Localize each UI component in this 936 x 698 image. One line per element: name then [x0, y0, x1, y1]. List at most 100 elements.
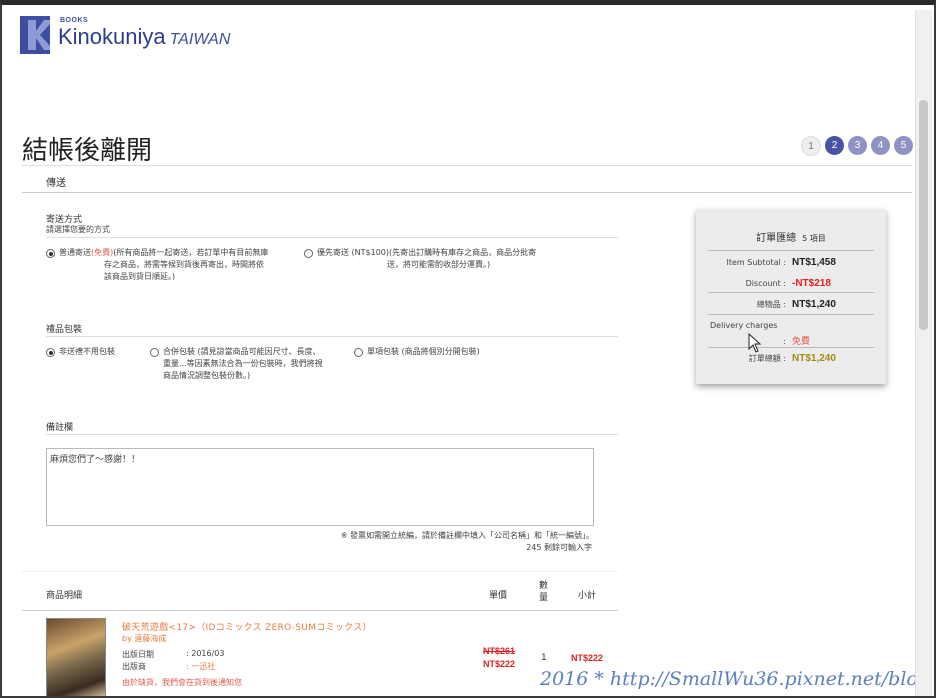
divider	[708, 250, 874, 251]
divider	[22, 610, 618, 611]
step-5[interactable]: 5	[894, 136, 913, 155]
gift-option-combined-desc: 重量...等因素無法合為一份包裝時，我們將視	[163, 359, 323, 368]
divider	[708, 292, 874, 293]
logo-name-text: Kinokuniya	[58, 24, 166, 49]
goods-label: 總物品 :	[756, 300, 786, 309]
column-price: 單價	[489, 591, 508, 601]
item-count: 5 項目	[802, 234, 826, 243]
gift-option-combined-text: 合併包裝 (請見諒當商品可能因尺寸、長度、 重量...等因素無法合為一份包裝時，…	[163, 346, 323, 382]
free-badge: (免費)	[91, 248, 114, 257]
gift-option-none-label: 非送禮不用包裝	[59, 347, 115, 356]
delivery-charges-value: 免費	[792, 336, 811, 346]
column-quantity-line1: 數	[539, 581, 549, 591]
order-summary-panel: 訂單匯總 5 項目 Item Subtotal : NT$1,458 Discoun…	[696, 209, 886, 384]
radio-button[interactable]	[304, 249, 313, 258]
gift-option-combined[interactable]: 合併包裝 (請見諒當商品可能因尺寸、長度、 重量...等因素無法合為一份包裝時，…	[150, 346, 323, 382]
discount-price: NT$222	[483, 659, 516, 669]
total-value: NT$1,240	[792, 353, 836, 364]
vertical-scrollbar[interactable]	[915, 10, 932, 696]
gift-option-combined-label: 合併包裝 (請見諒當商品可能因尺寸、長度、	[163, 347, 321, 356]
logo-books-text: BOOKS	[60, 17, 89, 24]
publisher-label: 出版商	[122, 662, 146, 671]
delivery-charges-label: Delivery charges	[710, 321, 778, 330]
logo-region-text: TAIWAN	[169, 31, 231, 48]
gift-option-combined-desc: 商品情況調整包裝份數。)	[163, 371, 251, 380]
order-summary-title: 訂單匯總 5 項目	[696, 229, 886, 244]
checkout-page: BOOKS Kinokuniya TAIWAN 結帳後離開 1 2 3 4 5 傳…	[8, 10, 920, 696]
shipping-subheading: 請選擇您要的方式	[46, 225, 110, 234]
column-quantity-line2: 量	[539, 593, 549, 603]
product-author[interactable]: by 遠藤海成	[122, 633, 166, 644]
product-cover-image[interactable]	[46, 618, 106, 696]
column-subtotal: 小計	[578, 591, 597, 601]
gift-option-none[interactable]: 非送禮不用包裝	[46, 346, 115, 358]
gift-option-individual[interactable]: 單項包裝 (商品將個別分開包裝)	[354, 346, 480, 358]
shipping-option-normal-desc: 存之商品，將需等候到貨後再寄出，時間將依	[104, 260, 264, 269]
step-1[interactable]: 1	[801, 136, 821, 156]
total-label: 訂單總額 :	[748, 354, 786, 363]
shipping-option-normal-desc: 該商品到貨日順延。)	[104, 272, 176, 281]
shipping-option-priority-desc: (先寄出訂購時有庫存之商品，商品分批寄	[389, 248, 537, 257]
step-4[interactable]: 4	[871, 136, 890, 155]
column-item: 商品明細	[46, 591, 83, 601]
mouse-pointer-icon	[748, 333, 762, 353]
publish-date-label: 出版日期	[122, 650, 154, 659]
line-subtotal: NT$222	[571, 653, 604, 663]
page-title: 結帳後離開	[22, 136, 153, 166]
checkout-steps: 1 2 3 4 5	[801, 136, 913, 156]
divider	[22, 571, 618, 572]
radio-button-selected[interactable]	[46, 249, 55, 258]
order-summary-title-text: 訂單匯總	[756, 233, 797, 244]
divider	[46, 237, 618, 238]
scrollbar-thumb[interactable]	[919, 100, 928, 330]
summary-discount: Discount : -NT$218	[708, 278, 874, 289]
item-subtotal-label: Item Subtotal :	[726, 258, 786, 267]
gift-option-individual-label: 單項包裝 (商品將個別分開包裝)	[367, 347, 480, 356]
goods-value: NT$1,240	[792, 299, 836, 310]
column-quantity: 數量	[539, 580, 548, 604]
delivery-colon: :	[783, 337, 786, 346]
radio-button-selected[interactable]	[46, 348, 55, 357]
summary-delivery: : 免費	[708, 334, 874, 347]
notes-heading: 備註欄	[46, 423, 74, 433]
divider	[22, 192, 912, 193]
blog-watermark: 2016 * http://SmallWu36.pixnet.net/blog	[540, 668, 920, 690]
item-subtotal-value: NT$1,458	[792, 257, 836, 268]
kinokuniya-logo-icon	[20, 16, 50, 54]
divider	[22, 165, 912, 166]
delivery-section-title: 傳送	[46, 178, 66, 189]
shipping-option-normal-desc: (所有商品將一起寄送，若訂單中有目前無庫	[113, 248, 269, 257]
discount-label: Discount :	[745, 279, 786, 288]
shipping-option-priority-label: 優先寄送 (NT$100)	[317, 248, 390, 257]
summary-goods: 總物品 : NT$1,240	[708, 299, 874, 310]
stock-note: 由於缺貨，我們會在貨到後通知您	[122, 678, 242, 687]
divider	[46, 336, 618, 337]
browser-frame: BOOKS Kinokuniya TAIWAN 結帳後離開 1 2 3 4 5 傳…	[0, 0, 936, 698]
shipping-option-priority-desc: 送，將可能需酌收部分運費。)	[387, 260, 491, 269]
remaining-characters: 245 剩餘可輸入字	[526, 543, 592, 552]
invoice-hint: ※ 發票如需開立統編，請於備註欄中填入「公司名稱」和「統一編號」。	[340, 531, 594, 540]
summary-item-subtotal: Item Subtotal : NT$1,458	[708, 257, 874, 268]
publish-date-value: : 2016/03	[186, 649, 225, 658]
logo-wordmark: Kinokuniya TAIWAN	[58, 24, 230, 50]
shipping-option-priority-text: 優先寄送 (NT$100)(先寄出訂購時有庫存之商品，商品分批寄 送，將可能需酌…	[317, 247, 536, 271]
gift-heading: 禮品包裝	[46, 325, 83, 335]
radio-button[interactable]	[354, 348, 363, 357]
summary-total: 訂單總額 : NT$1,240	[708, 353, 874, 364]
publisher-value[interactable]: : 一迅社	[186, 661, 215, 672]
step-2[interactable]: 2	[825, 136, 844, 155]
divider	[708, 314, 874, 315]
step-3[interactable]: 3	[848, 136, 867, 155]
divider	[708, 347, 874, 348]
shipping-option-normal[interactable]: 普通寄送(免費)(所有商品將一起寄送，若訂單中有目前無庫 存之商品，將需等候到貨…	[46, 247, 268, 283]
discount-value: -NT$218	[792, 278, 831, 289]
shipping-option-normal-label: 普通寄送	[59, 248, 91, 257]
notes-textarea[interactable]: 麻煩您們了～感謝！！	[46, 448, 594, 526]
radio-button[interactable]	[150, 348, 159, 357]
product-title-link[interactable]: 破天荒遊戲<17>（IDコミックス ZERO-SUMコミックス）	[122, 620, 372, 633]
original-price: NT$261	[483, 646, 516, 656]
shipping-option-normal-text: 普通寄送(免費)(所有商品將一起寄送，若訂單中有目前無庫 存之商品，將需等候到貨…	[59, 247, 268, 283]
shipping-option-priority[interactable]: 優先寄送 (NT$100)(先寄出訂購時有庫存之商品，商品分批寄 送，將可能需酌…	[304, 247, 536, 271]
summary-delivery-label-row: Delivery charges	[708, 321, 874, 330]
divider	[46, 434, 618, 435]
